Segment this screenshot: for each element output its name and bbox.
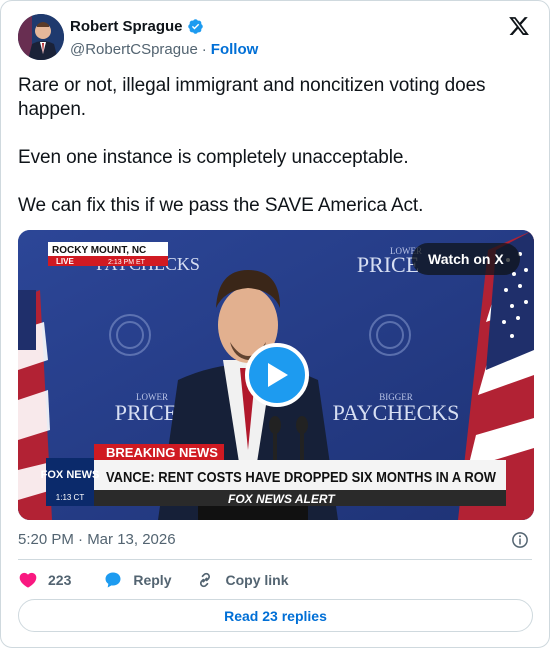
svg-text:PRICE: PRICE — [357, 252, 419, 277]
network-logo: FOX NEWS — [41, 469, 100, 481]
copy-link-button[interactable]: Copy link — [195, 570, 289, 590]
separator-dot: · — [201, 41, 207, 58]
tweet-text: Rare or not, illegal immigrant and nonci… — [18, 74, 532, 218]
tweet-paragraph: Rare or not, illegal immigrant and nonci… — [18, 75, 486, 120]
network-time: 1:13 CT — [56, 493, 85, 502]
play-icon — [268, 363, 288, 387]
tweet-card: Robert Sprague @RobertCSprague · Follow … — [0, 0, 550, 648]
copy-link-label: Copy link — [225, 572, 289, 588]
tweet-timestamp[interactable]: 5:20 PM · Mar 13, 2026 — [18, 531, 176, 548]
reply-label: Reply — [133, 572, 172, 588]
author-name-row[interactable]: Robert Sprague — [70, 18, 204, 35]
divider — [18, 559, 532, 560]
watch-on-x-button[interactable]: Watch on X — [412, 243, 520, 275]
like-count: 223 — [48, 572, 72, 588]
location-bug: ROCKY MOUNT, NC LIVE 2:13 PM ET — [48, 242, 168, 266]
time-label: 2:13 PM ET — [108, 259, 146, 266]
action-bar: 223 Reply Copy link — [18, 569, 289, 591]
reply-button[interactable]: Reply — [103, 570, 171, 590]
x-logo-icon[interactable] — [507, 15, 531, 37]
heart-icon — [19, 572, 37, 588]
play-button[interactable] — [245, 343, 309, 407]
alert-label: FOX NEWS ALERT — [228, 492, 336, 506]
verified-badge-icon — [187, 19, 203, 34]
info-icon[interactable] — [511, 531, 529, 549]
read-replies-button[interactable]: Read 23 replies — [18, 599, 533, 632]
headline: VANCE: RENT COSTS HAVE DROPPED SIX MONTH… — [106, 469, 497, 486]
live-label: LIVE — [56, 257, 74, 266]
like-button[interactable]: 223 — [18, 570, 71, 590]
follow-button[interactable]: Follow — [211, 41, 259, 58]
tweet-paragraph: We can fix this if we pass the SAVE Amer… — [18, 195, 424, 216]
reply-bubble-icon — [105, 572, 121, 588]
author-handle[interactable]: @RobertCSprague — [70, 41, 198, 58]
link-icon — [200, 572, 211, 588]
location-label: ROCKY MOUNT, NC — [52, 245, 146, 256]
author-name[interactable]: Robert Sprague — [70, 18, 183, 35]
backdrop-word: PAYCHECKS — [333, 400, 460, 425]
tweet-paragraph: Even one instance is completely unaccept… — [18, 147, 409, 168]
avatar[interactable] — [18, 14, 64, 60]
breaking-label: BREAKING NEWS — [106, 445, 218, 460]
handle-row: @RobertCSprague · Follow — [70, 41, 258, 58]
